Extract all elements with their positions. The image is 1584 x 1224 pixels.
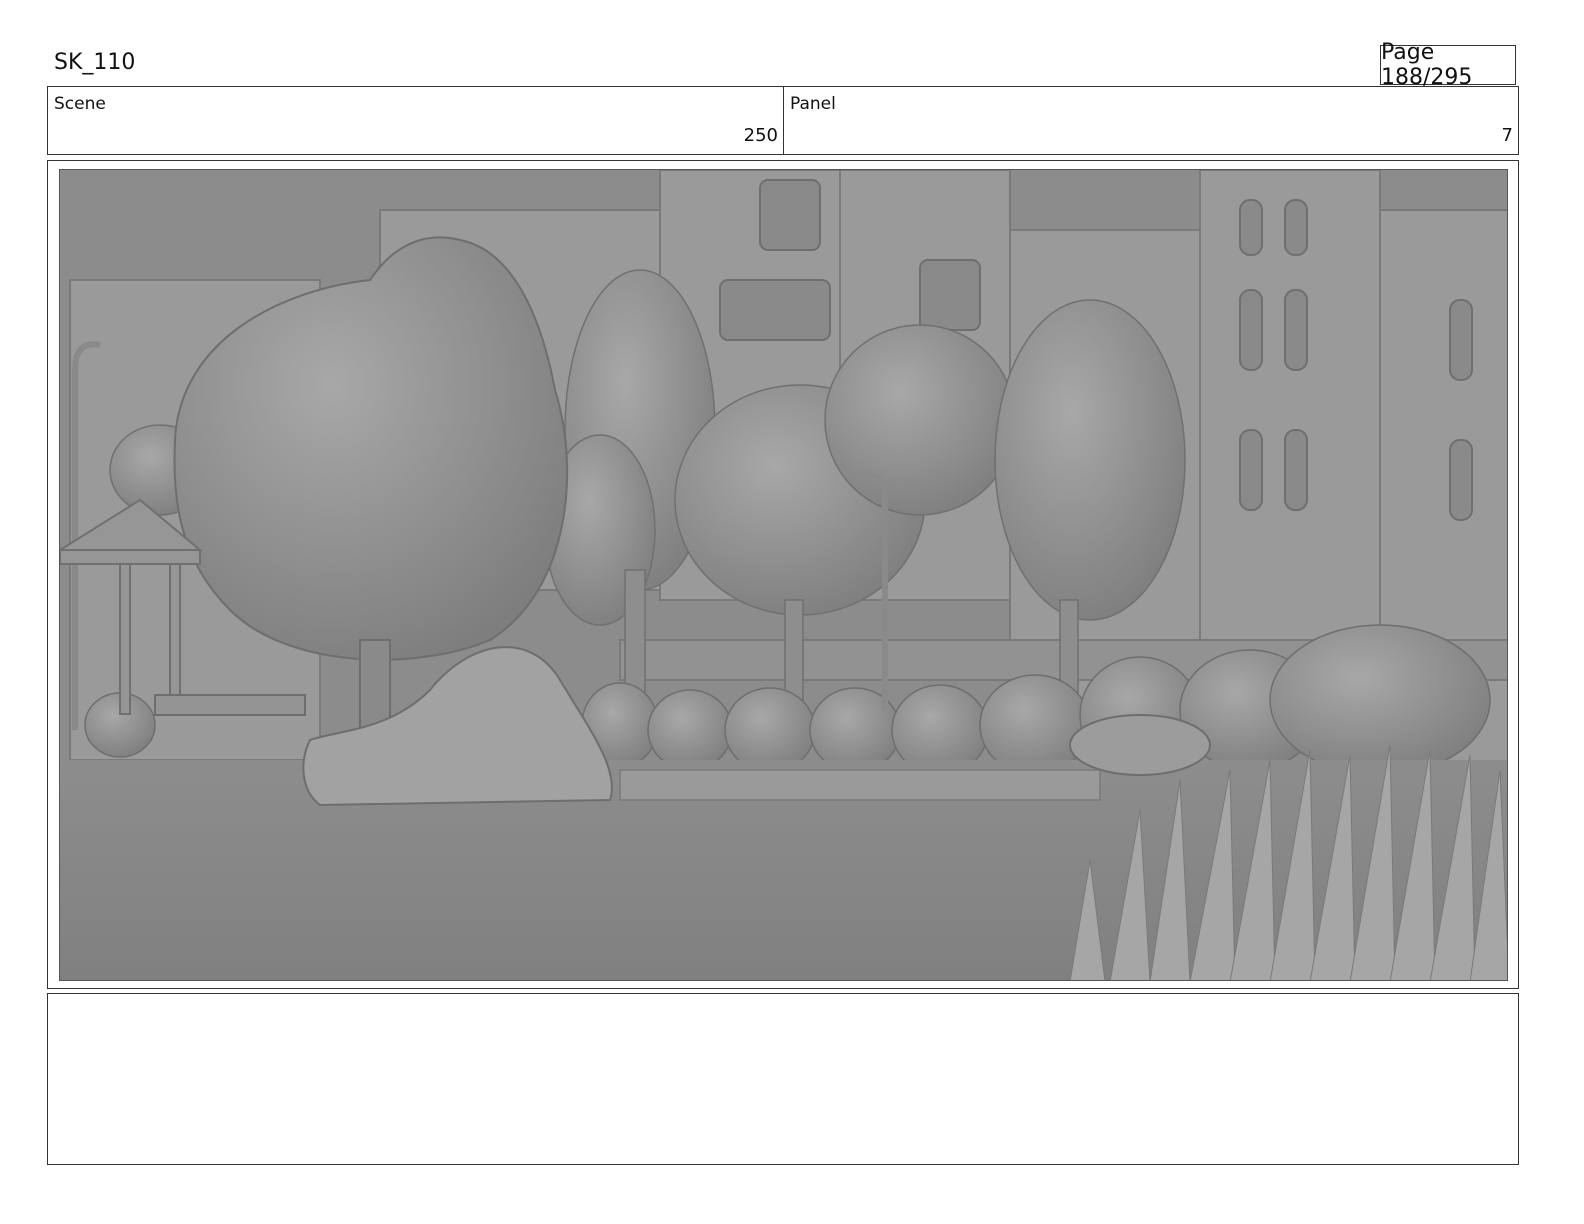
storyboard-frame-image — [59, 169, 1508, 981]
foreground-bush — [1069, 714, 1211, 776]
page-number: Page 188/295 — [1381, 40, 1473, 90]
scene-label: Scene — [54, 94, 106, 114]
scene-cell: Scene 250 — [48, 87, 784, 154]
panel-label: Panel — [790, 94, 836, 114]
scene-value: 250 — [743, 125, 778, 146]
project-code: SK_110 — [54, 50, 136, 75]
panel-cell: Panel 7 — [784, 87, 1518, 154]
park-scene-render — [60, 170, 1507, 980]
park-bench — [154, 694, 306, 716]
stone-path — [619, 769, 1101, 801]
notes-box — [47, 993, 1519, 1165]
panel-value: 7 — [1501, 125, 1513, 146]
page-number-box: Page 188/295 — [1380, 40, 1516, 90]
scene-panel-info-row: Scene 250 Panel 7 — [47, 86, 1519, 155]
